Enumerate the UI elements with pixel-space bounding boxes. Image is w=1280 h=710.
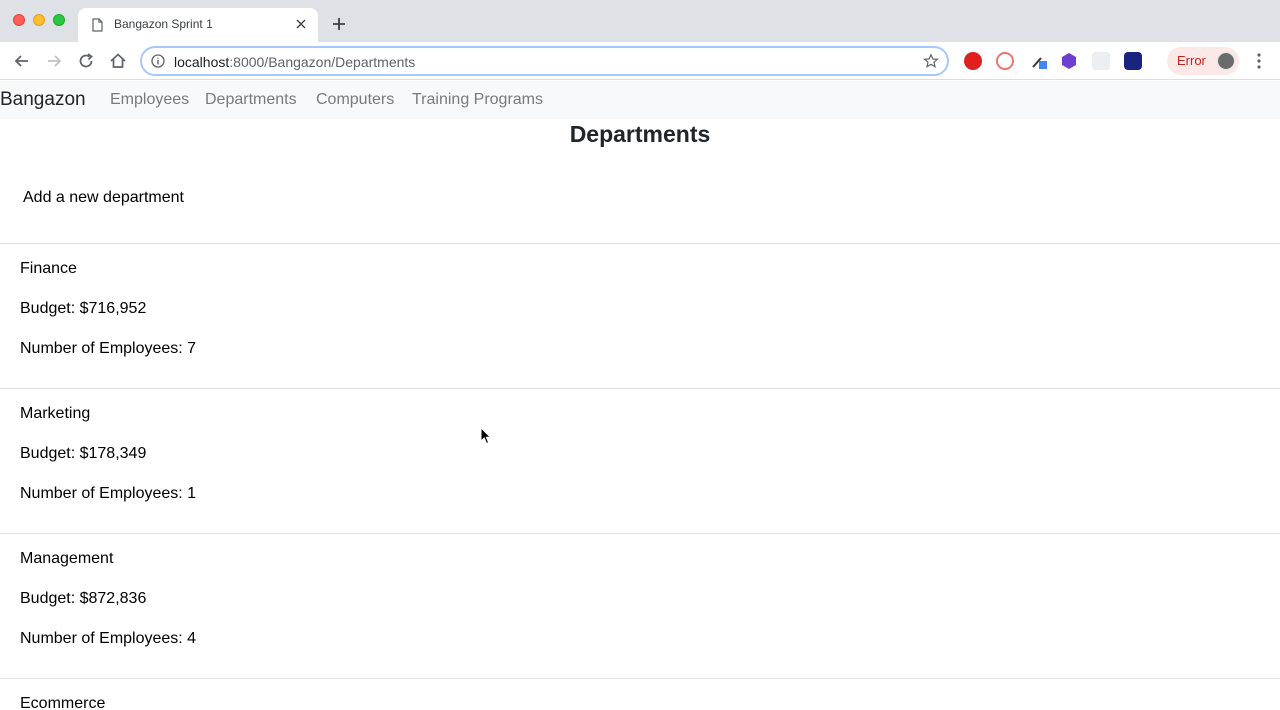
reload-icon[interactable] bbox=[76, 51, 96, 71]
url-text: localhost:8000/Bangazon/Departments bbox=[174, 54, 416, 70]
profile-error-button[interactable]: Error bbox=[1167, 47, 1239, 75]
error-label: Error bbox=[1177, 53, 1206, 68]
blocker-extension-icon[interactable] bbox=[996, 52, 1014, 70]
forward-icon[interactable] bbox=[44, 51, 64, 71]
nav-link-training-programs[interactable]: Training Programs bbox=[412, 91, 543, 109]
new-tab-icon[interactable] bbox=[331, 16, 347, 32]
close-tab-icon[interactable] bbox=[294, 17, 308, 31]
department-name[interactable]: Marketing bbox=[20, 405, 90, 423]
department-card: Marketing Budget: $178,349 Number of Emp… bbox=[0, 388, 1280, 533]
department-budget: Budget: $716,952 bbox=[20, 300, 147, 317]
avatar bbox=[1216, 51, 1236, 71]
department-name[interactable]: Management bbox=[20, 550, 113, 568]
browser-toolbar: localhost:8000/Bangazon/Departments Erro… bbox=[0, 42, 1280, 80]
department-card: Finance Budget: $716,952 Number of Emplo… bbox=[0, 243, 1280, 388]
add-department-link[interactable]: Add a new department bbox=[23, 189, 184, 207]
cube-extension-icon[interactable] bbox=[1060, 52, 1078, 70]
brand-link[interactable]: Bangazon bbox=[0, 89, 86, 111]
department-budget: Budget: $178,349 bbox=[20, 445, 147, 462]
address-bar[interactable]: localhost:8000/Bangazon/Departments bbox=[140, 46, 949, 76]
department-card: Management Budget: $872,836 Number of Em… bbox=[0, 533, 1280, 678]
department-employee-count: Number of Employees: 7 bbox=[20, 340, 197, 357]
adblock-extension-icon[interactable] bbox=[964, 52, 982, 70]
department-employee-count: Number of Employees: 1 bbox=[20, 485, 197, 502]
page-title: Departments bbox=[569, 121, 711, 147]
back-icon[interactable] bbox=[12, 51, 32, 71]
nav-link-departments[interactable]: Departments bbox=[205, 91, 297, 109]
browser-tab[interactable]: Bangazon Sprint 1 bbox=[78, 8, 318, 42]
department-name[interactable]: Ecommerce bbox=[20, 695, 105, 710]
app-navbar: Bangazon Employees Departments Computers… bbox=[0, 81, 1280, 119]
department-name[interactable]: Finance bbox=[20, 260, 77, 278]
department-employee-count: Number of Employees: 4 bbox=[20, 630, 197, 647]
grid-extension-icon[interactable] bbox=[1092, 52, 1110, 70]
kebab-menu-icon[interactable] bbox=[1252, 52, 1266, 70]
mouse-pointer-icon bbox=[480, 427, 492, 445]
nav-link-employees[interactable]: Employees bbox=[110, 91, 189, 109]
department-budget: Budget: $872,836 bbox=[20, 590, 147, 607]
nav-link-computers[interactable]: Computers bbox=[316, 91, 394, 109]
minimize-window-button[interactable] bbox=[33, 14, 45, 26]
department-card: Ecommerce bbox=[0, 678, 1280, 710]
close-window-button[interactable] bbox=[13, 14, 25, 26]
eyedropper-extension-icon[interactable] bbox=[1030, 52, 1048, 70]
bookmark-star-icon[interactable] bbox=[923, 53, 939, 69]
site-info-icon[interactable] bbox=[151, 54, 165, 68]
maximize-window-button[interactable] bbox=[53, 14, 65, 26]
browser-tab-strip: Bangazon Sprint 1 bbox=[0, 0, 1280, 42]
tab-title: Bangazon Sprint 1 bbox=[114, 17, 213, 31]
react-devtools-extension-icon[interactable] bbox=[1124, 52, 1142, 70]
document-icon bbox=[92, 18, 103, 32]
home-icon[interactable] bbox=[108, 51, 128, 71]
